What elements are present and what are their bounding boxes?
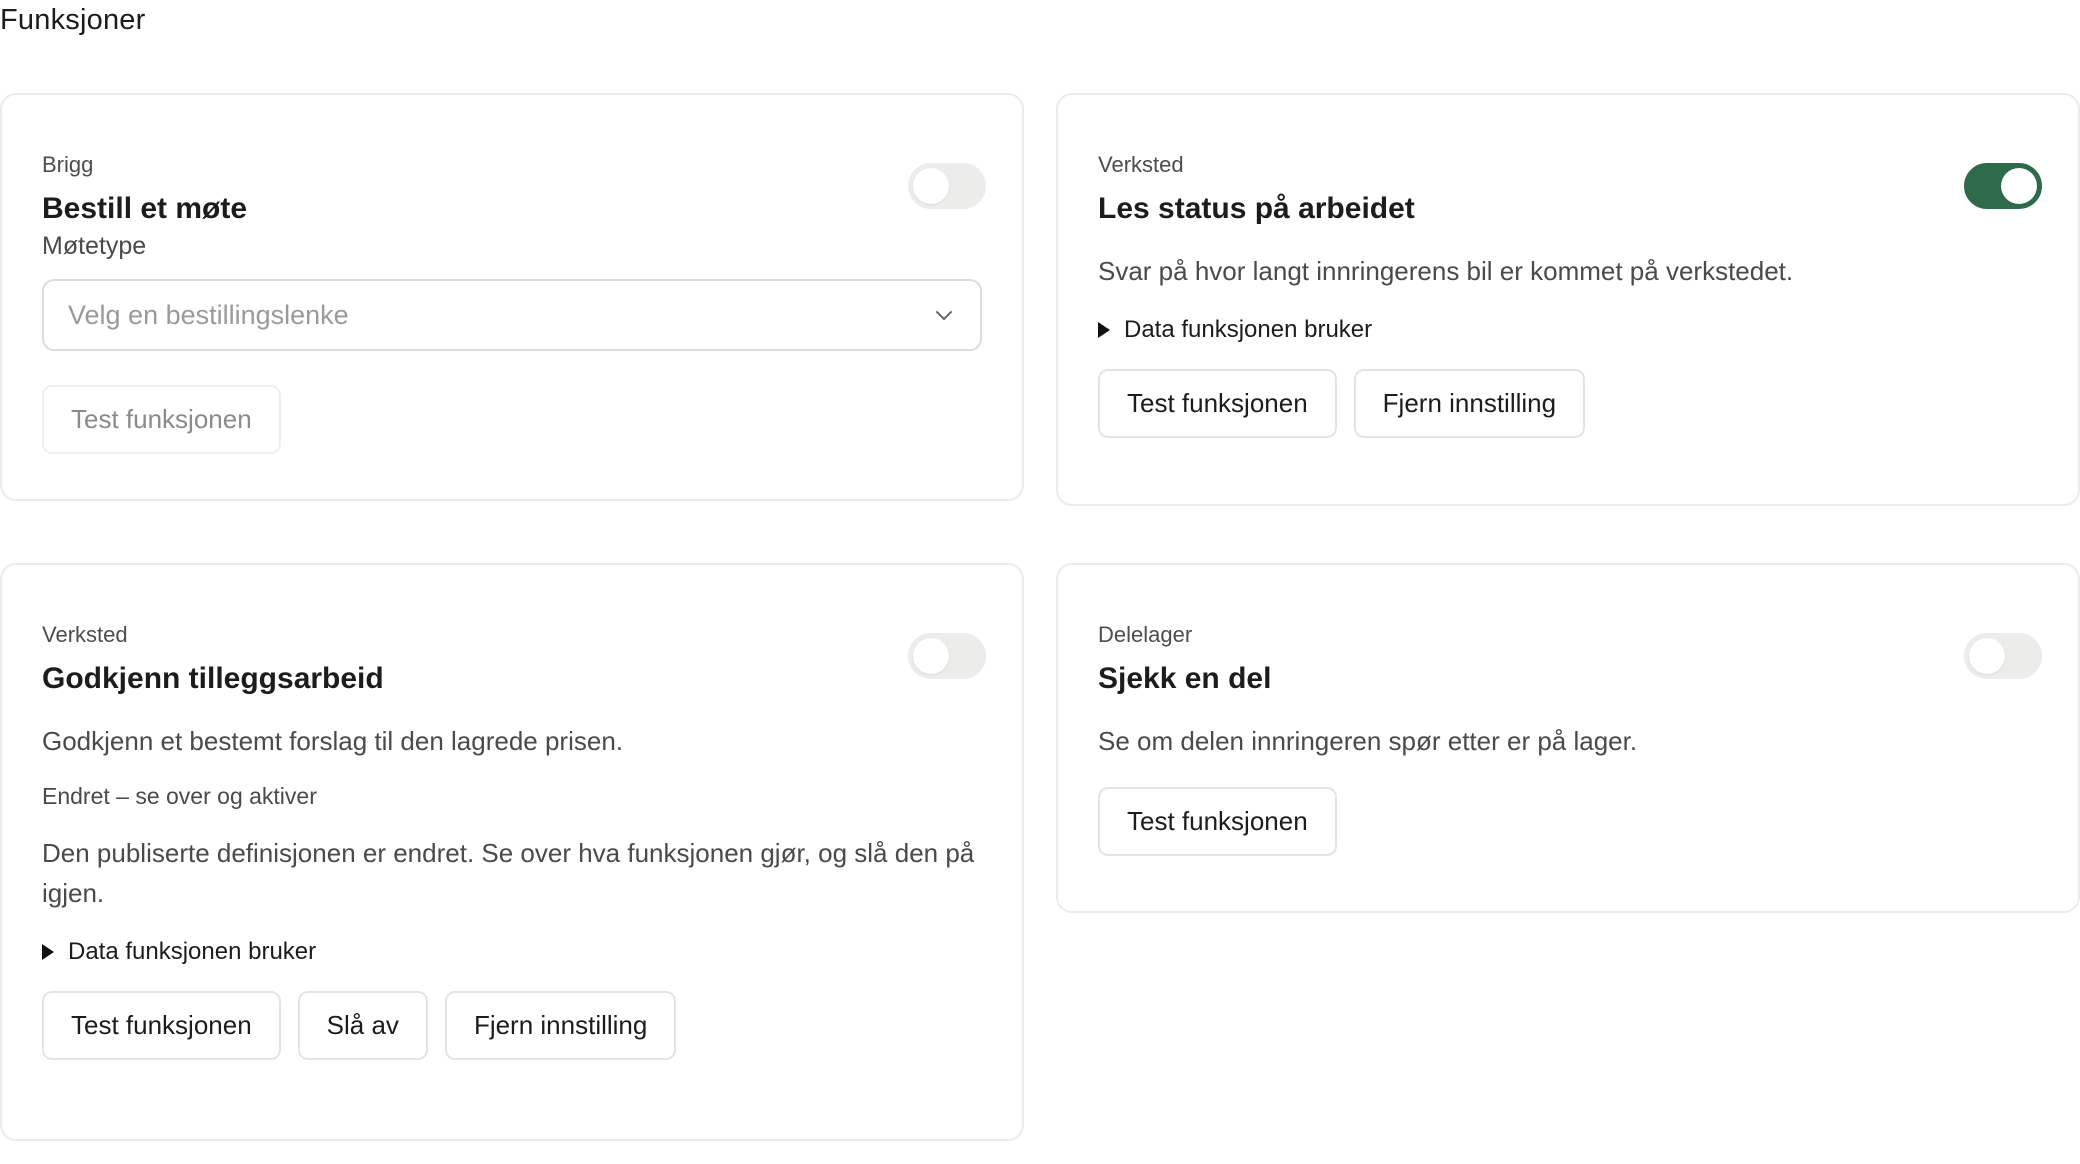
- test-function-button[interactable]: Test funksjonen: [42, 991, 281, 1060]
- function-category: Brigg: [42, 152, 94, 177]
- disclosure-label: Data funksjonen bruker: [68, 938, 317, 965]
- test-function-button[interactable]: Test funksjonen: [1098, 787, 1337, 856]
- data-used-disclosure[interactable]: Data funksjonen bruker: [1098, 315, 2038, 345]
- function-category: Delelager: [1098, 622, 1193, 647]
- function-title: Les status på arbeidet: [1098, 192, 1415, 225]
- remove-setting-button[interactable]: Fjern innstilling: [1353, 369, 1586, 438]
- function-card-book-meeting: Brigg Bestill et møte Møtetype Velg en b…: [0, 93, 1024, 501]
- turn-off-button[interactable]: Slå av: [297, 991, 428, 1060]
- function-category: Verksted: [42, 622, 128, 647]
- function-description: Se om delen innringeren spør etter er på…: [1098, 726, 1638, 756]
- select-placeholder: Velg en bestillingslenke: [68, 299, 349, 330]
- triangle-right-icon: [42, 944, 54, 960]
- triangle-right-icon: [1098, 322, 1110, 338]
- function-description: Godkjenn et bestemt forslag til den lagr…: [42, 726, 624, 756]
- function-description: Svar på hvor langt innringerens bil er k…: [1098, 256, 1794, 286]
- function-card-approve-extra-work: Verksted Godkjenn tilleggsarbeid Godkjen…: [0, 563, 1024, 1141]
- test-function-button[interactable]: Test funksjonen: [42, 385, 281, 454]
- data-used-disclosure[interactable]: Data funksjonen bruker: [42, 937, 982, 967]
- page-title: Funksjoner: [0, 4, 146, 36]
- function-card-work-status: Verksted Les status på arbeidet Svar på …: [1056, 93, 2080, 506]
- function-title: Bestill et møte: [42, 192, 248, 225]
- function-card-check-part: Delelager Sjekk en del Se om delen innri…: [1056, 563, 2080, 913]
- test-function-button[interactable]: Test funksjonen: [1098, 369, 1337, 438]
- meeting-type-label: Møtetype: [42, 232, 147, 260]
- status-note: Endret – se over og aktiver: [42, 783, 317, 809]
- disclosure-label: Data funksjonen bruker: [1124, 316, 1373, 343]
- functions-page: Funksjoner Brigg Bestill et møte Møtetyp…: [0, 0, 2080, 1164]
- remove-setting-button[interactable]: Fjern innstilling: [444, 991, 677, 1060]
- function-title: Sjekk en del: [1098, 662, 1272, 695]
- function-title: Godkjenn tilleggsarbeid: [42, 662, 384, 695]
- function-category: Verksted: [1098, 152, 1184, 177]
- chevron-down-icon: [936, 311, 952, 320]
- changed-definition-notice: Den publiserte definisjonen er endret. S…: [42, 838, 975, 908]
- booking-link-select[interactable]: Velg en bestillingslenke: [42, 279, 982, 351]
